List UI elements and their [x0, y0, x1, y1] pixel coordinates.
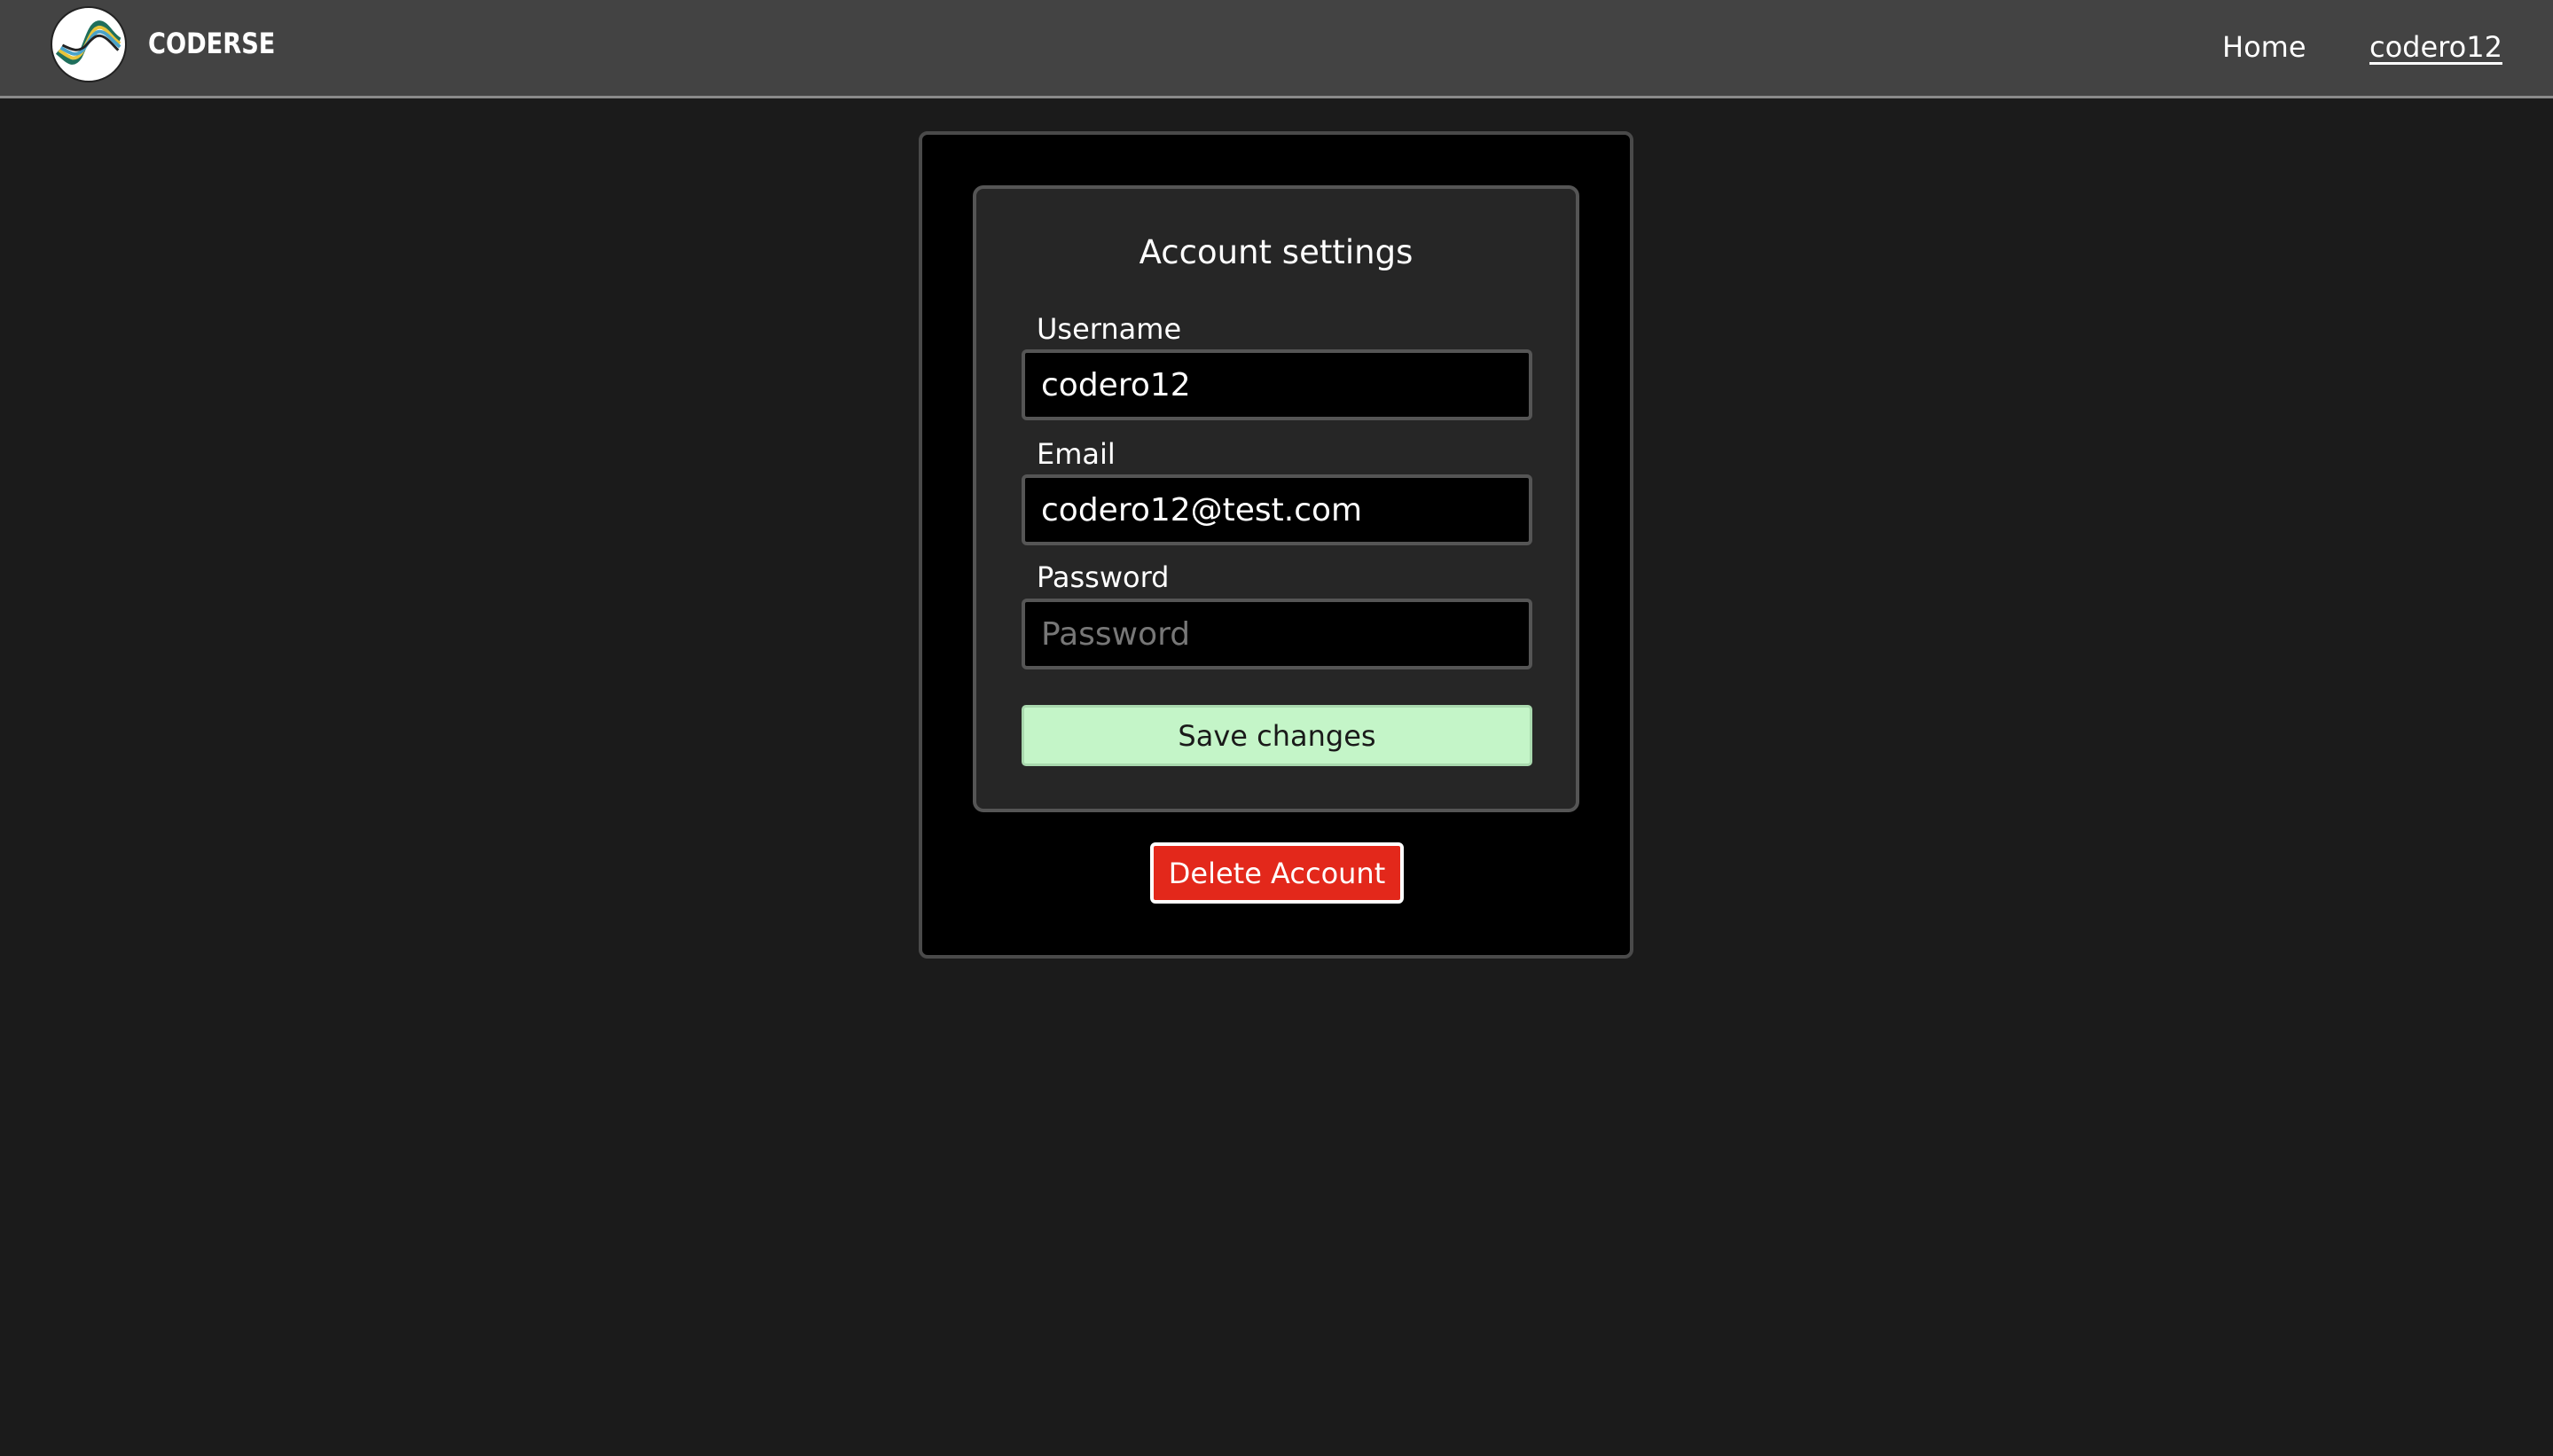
email-input[interactable]: [1022, 474, 1532, 545]
username-input[interactable]: [1022, 349, 1532, 420]
delete-account-button[interactable]: Delete Account: [1150, 842, 1404, 904]
username-label: Username: [1037, 312, 1182, 346]
password-label: Password: [1037, 560, 1170, 594]
email-label: Email: [1037, 437, 1116, 471]
save-changes-button[interactable]: Save changes: [1022, 705, 1532, 766]
password-input[interactable]: [1022, 599, 1532, 669]
wave-logo-graphic: [52, 8, 125, 81]
nav-user-link[interactable]: codero12: [2369, 30, 2502, 64]
form-title: Account settings: [1139, 233, 1414, 271]
brand-name[interactable]: CODERSE: [148, 27, 275, 60]
wave-logo-icon[interactable]: [51, 6, 127, 82]
top-navbar: CODERSE Home codero12: [0, 0, 2553, 98]
nav-home-link[interactable]: Home: [2222, 30, 2306, 64]
